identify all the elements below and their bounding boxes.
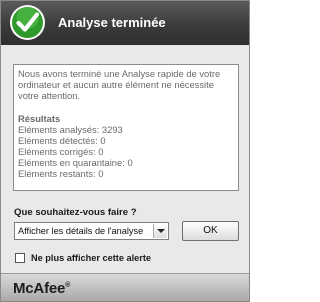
alert-title: Analyse terminée — [58, 15, 166, 30]
dont-show-again-label[interactable]: Ne plus afficher cette alerte — [31, 253, 151, 263]
ok-button[interactable]: OK — [182, 221, 239, 241]
message-box: Nous avons terminé une Analyse rapide de… — [13, 64, 239, 191]
alert-window: Analyse terminée Nous avons terminé une … — [0, 0, 250, 302]
results-line: Eléments corrigés: 0 — [18, 146, 104, 157]
results-line: Eléments analysés: 3293 — [18, 124, 123, 135]
brand-name: McAfee — [13, 280, 66, 297]
results-heading: Résultats — [18, 113, 61, 124]
results-line: Eléments détectés: 0 — [18, 135, 106, 146]
results-line: Eléments restants: 0 — [18, 168, 104, 179]
check-shield-icon — [9, 4, 46, 41]
chevron-down-icon[interactable] — [153, 224, 167, 238]
results-line: Eléments en quarantaine: 0 — [18, 157, 133, 168]
alert-footer: McAfee® — [1, 273, 249, 301]
alert-header: Analyse terminée — [1, 1, 249, 45]
mcafee-logo: McAfee® — [13, 280, 70, 297]
action-dropdown[interactable]: Afficher les détails de l'analyse — [14, 222, 169, 240]
trademark-symbol: ® — [65, 282, 71, 289]
action-dropdown-value: Afficher les détails de l'analyse — [18, 226, 144, 236]
message-text: Nous avons terminé une Analyse rapide de… — [18, 68, 221, 101]
action-question: Que souhaitez-vous faire ? — [14, 207, 137, 218]
dont-show-again-checkbox[interactable] — [15, 253, 25, 263]
